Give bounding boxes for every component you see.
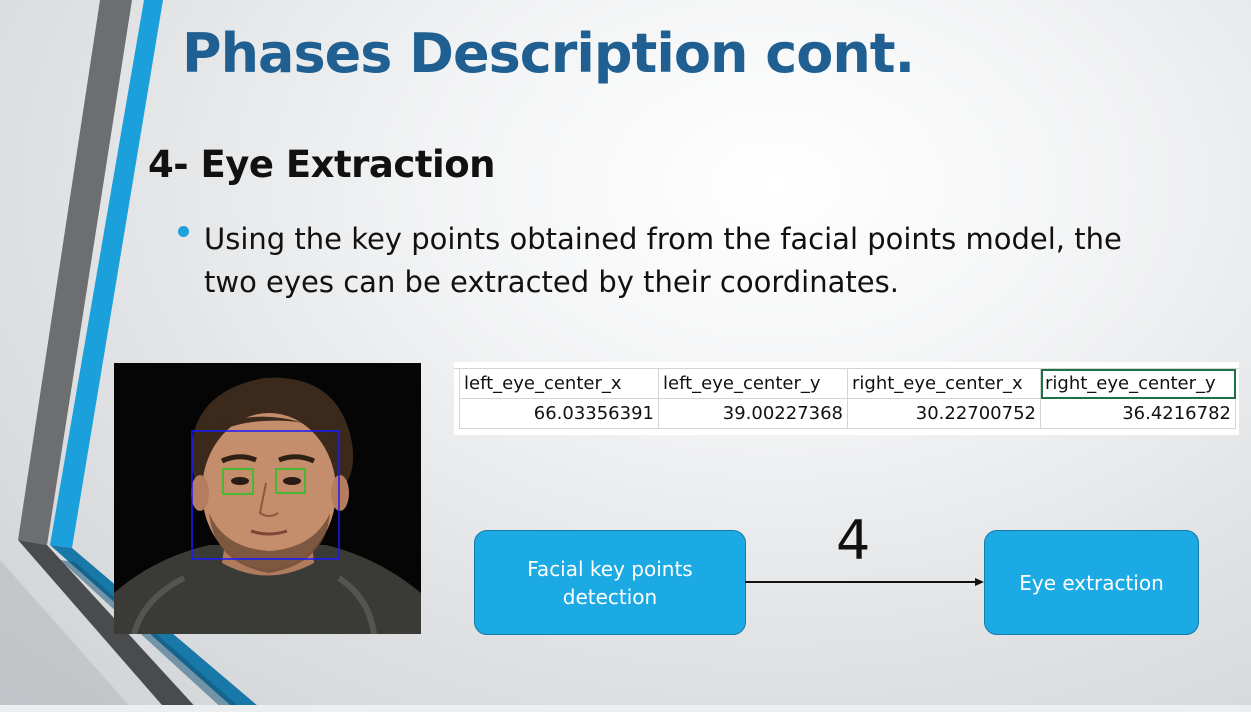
bullet-text: Using the key points obtained from the f… — [204, 222, 1122, 299]
value-cell[interactable]: 66.03356391 — [459, 398, 659, 429]
keypoints-spreadsheet: left_eye_center_x left_eye_center_y righ… — [454, 362, 1239, 435]
facial-keypoints-box: Facial key points detection — [474, 530, 746, 635]
header-cell[interactable]: left_eye_center_x — [459, 368, 659, 399]
bottom-bar — [0, 705, 1251, 712]
keypoints-table: left_eye_center_x left_eye_center_y righ… — [459, 368, 1236, 429]
selected-header-cell[interactable]: right_eye_center_y — [1040, 368, 1236, 399]
value-cell[interactable]: 36.4216782 — [1040, 398, 1236, 429]
eye-extraction-box: Eye extraction — [984, 530, 1199, 635]
facial-keypoints-label: Facial key points detection — [527, 556, 693, 609]
value-cell[interactable]: 39.00227368 — [658, 398, 848, 429]
header-cell[interactable]: right_eye_center_x — [847, 368, 1041, 399]
slide: Phases Description cont. 4- Eye Extracti… — [0, 0, 1251, 712]
table-header-row: left_eye_center_x left_eye_center_y righ… — [459, 368, 1236, 399]
step-number: 4 — [836, 509, 871, 572]
section-heading: 4- Eye Extraction — [148, 143, 495, 186]
eye-extraction-label: Eye extraction — [1019, 570, 1164, 595]
face-photo — [114, 363, 421, 634]
table-row: 66.03356391 39.00227368 30.22700752 36.4… — [459, 398, 1236, 429]
slide-title: Phases Description cont. — [182, 22, 915, 85]
value-cell[interactable]: 30.22700752 — [847, 398, 1041, 429]
header-cell[interactable]: left_eye_center_y — [658, 368, 848, 399]
bullet-icon — [178, 226, 189, 237]
